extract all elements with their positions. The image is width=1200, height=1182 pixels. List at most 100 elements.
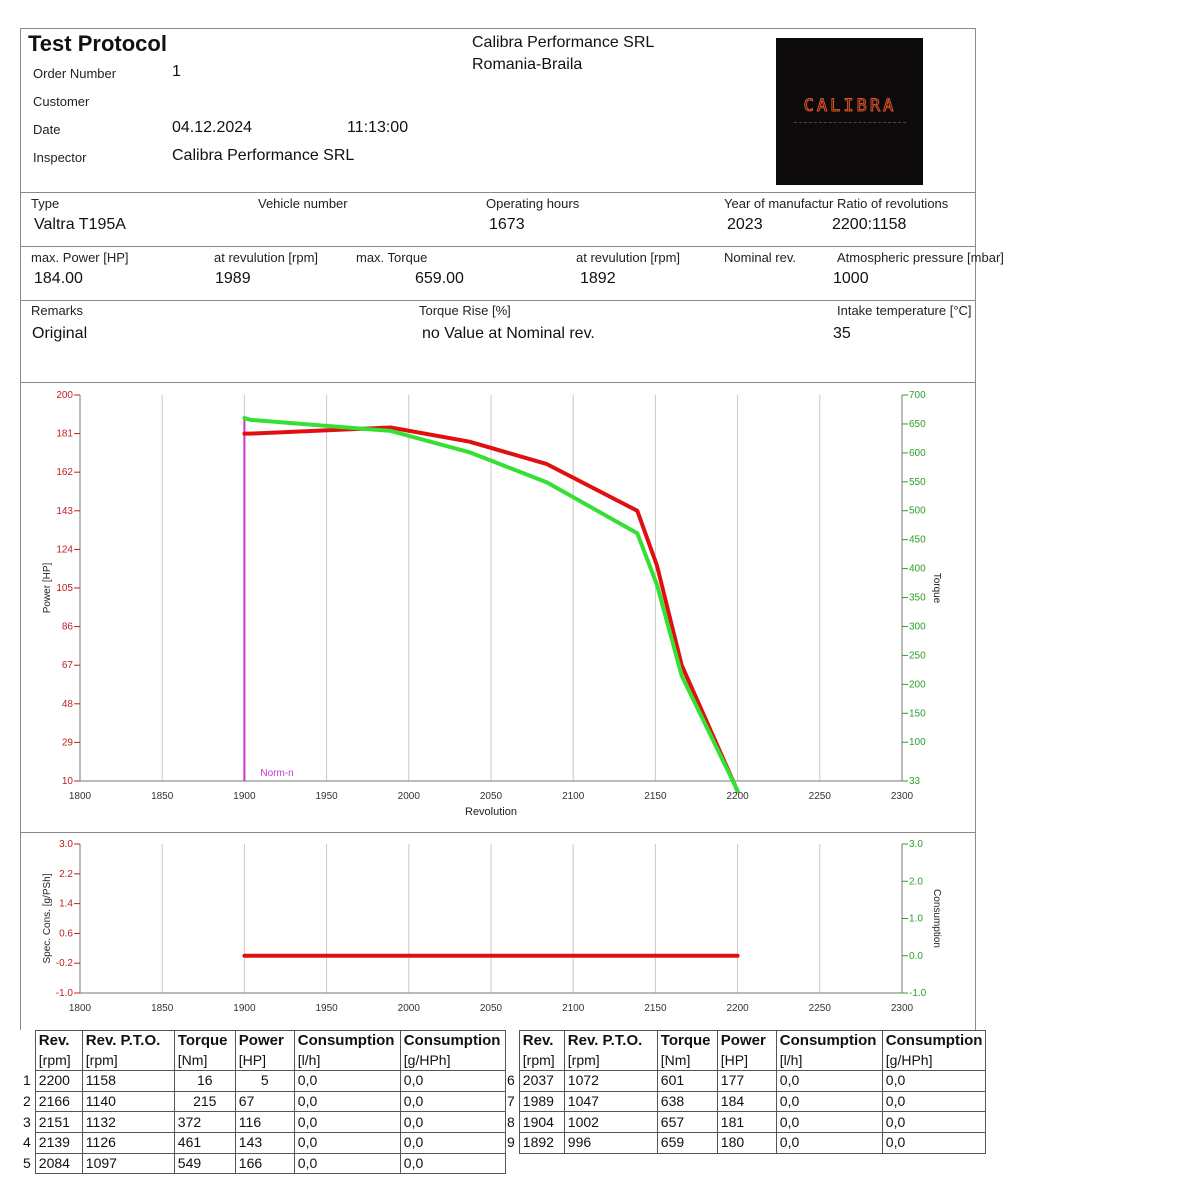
table-cell: 0,0 (881, 1131, 987, 1154)
y2-tick-label: 500 (909, 506, 926, 517)
vehicle-number-label: Vehicle number (258, 196, 348, 211)
row-number: 1 (23, 1072, 31, 1089)
power-rev-label: at revulution [rpm] (214, 250, 319, 265)
col-header: Rev. (518, 1029, 565, 1051)
row-number: 9 (507, 1134, 515, 1151)
col-header: Torque (656, 1029, 718, 1051)
logo-underline (794, 122, 906, 125)
y-tick-label: 48 (62, 699, 74, 710)
y2-tick-label: 650 (909, 419, 926, 430)
col-header: Consumption (293, 1029, 401, 1051)
table-unit-row: [rpm] [rpm] [Nm] [HP] [l/h] [g/HPh] (20, 1050, 506, 1072)
divider-remarks (20, 382, 976, 383)
table-cell: 0,0 (775, 1131, 883, 1154)
company-name: Calibra Performance SRL (472, 34, 655, 51)
y-tick-label: 29 (62, 737, 74, 748)
y-tick-label: 3.0 (59, 839, 73, 850)
table-cell: 143 (234, 1131, 295, 1154)
row-number: 5 (23, 1154, 31, 1171)
y2-tick-label: 600 (909, 448, 926, 459)
top-border (20, 28, 976, 29)
max-power-label: max. Power [HP] (31, 250, 129, 265)
x-tick-label: 2300 (891, 791, 914, 802)
table-row: 2 2166 1140 215 67 0,0 0,0 (20, 1090, 506, 1113)
table-cell: 1072 (563, 1070, 658, 1092)
y2-tick-label: 2.0 (909, 876, 923, 887)
table-row: 4 2139 1126 461 143 0,0 0,0 (20, 1131, 506, 1154)
order-number-value: 1 (172, 63, 181, 80)
table-cell: 184 (716, 1090, 777, 1113)
divider-vehicle (20, 246, 976, 247)
table-cell: 0,0 (293, 1090, 401, 1113)
table-cell: 1892 (518, 1131, 565, 1154)
table-cell: 1904 (518, 1111, 565, 1133)
table-cell: 2151 (34, 1111, 83, 1133)
x-tick-label: 2250 (809, 791, 832, 802)
table-cell: 0,0 (293, 1111, 401, 1133)
table-cell: 0,0 (399, 1152, 506, 1175)
table-cell: 0,0 (293, 1152, 401, 1175)
col-header: Consumption (399, 1029, 506, 1051)
y2-tick-label: 3.0 (909, 839, 923, 850)
company-location: Romania-Braila (472, 56, 583, 73)
x-tick-label: 2000 (398, 791, 421, 802)
y-tick-label: 181 (56, 429, 73, 440)
ratio-value: 2200:1158 (832, 216, 907, 233)
y-tick-label: 86 (62, 622, 74, 633)
divider-header (20, 192, 976, 193)
x-tick-label: 2100 (562, 791, 585, 802)
y-tick-label: 67 (62, 660, 74, 671)
table-cell: 67 (234, 1090, 295, 1113)
x-tick-label: 2200 (726, 1003, 749, 1014)
results-table-left: Rev. Rev. P.T.O. Torque Power Consumptio… (20, 1029, 506, 1175)
table-cell: 638 (656, 1090, 718, 1113)
table-cell: 2037 (518, 1070, 565, 1092)
x-tick-label: 2050 (480, 1003, 503, 1014)
power-rev-value: 1989 (215, 270, 251, 287)
y-tick-label: 200 (56, 390, 73, 401)
row-number: 6 (507, 1072, 515, 1089)
x-tick-label: 2300 (891, 1003, 914, 1014)
y2-tick-label: 400 (909, 564, 926, 575)
table-row: 6 2037 1072 601 177 0,0 0,0 (504, 1070, 987, 1092)
y2-tick-label: 33 (909, 776, 921, 787)
x-tick-label: 2150 (644, 1003, 667, 1014)
consumption-chart: 1800 1850 1900 1950 2000 2050 2100 2150 2200 2250… (42, 839, 942, 1014)
y-tick-label: -1.0 (56, 988, 74, 999)
table-cell: 1097 (81, 1152, 175, 1175)
table-cell: 461 (173, 1131, 236, 1154)
y-tick-label: 162 (56, 467, 73, 478)
table-cell: 177 (716, 1070, 777, 1092)
table-cell: 166 (234, 1152, 295, 1175)
intake-temperature-label: Intake temperature [°C] (837, 303, 972, 318)
col-unit: [rpm] (518, 1050, 565, 1072)
x-tick-label: 2100 (562, 1003, 585, 1014)
nominal-rev-label: Nominal rev. (724, 250, 797, 265)
y2-tick-label: 150 (909, 708, 926, 719)
col-header: Power (234, 1029, 295, 1051)
torque-rise-label: Torque Rise [%] (419, 303, 511, 318)
col-unit: [rpm] (563, 1050, 658, 1072)
y-tick-label: 124 (56, 544, 73, 555)
page-title: Test Protocol (28, 31, 167, 56)
table-cell: 180 (716, 1131, 777, 1154)
remarks-value: Original (32, 325, 88, 342)
torque-rev-value: 1892 (580, 270, 616, 287)
table-cell: 1047 (563, 1090, 658, 1113)
inspector-label: Inspector (33, 150, 87, 165)
table-cell: 181 (716, 1111, 777, 1133)
table-row: 8 1904 1002 657 181 0,0 0,0 (504, 1111, 987, 1133)
col-unit: [l/h] (293, 1050, 401, 1072)
order-number-label: Order Number (33, 66, 117, 81)
table-row: 5 2084 1097 549 166 0,0 0,0 (20, 1152, 506, 1175)
col-unit: [HP] (234, 1050, 295, 1072)
table-cell: 0,0 (881, 1070, 987, 1092)
y-tick-label: 143 (56, 506, 73, 517)
x-tick-label: 2150 (644, 791, 667, 802)
table-header-row: Rev. Rev. P.T.O. Torque Power Consumptio… (504, 1029, 987, 1051)
table-cell: 0,0 (775, 1090, 883, 1113)
row-number: 8 (507, 1113, 515, 1130)
time-value: 11:13:00 (347, 119, 409, 136)
y2-tick-label: 200 (909, 679, 926, 690)
table-cell: 0,0 (775, 1111, 883, 1133)
